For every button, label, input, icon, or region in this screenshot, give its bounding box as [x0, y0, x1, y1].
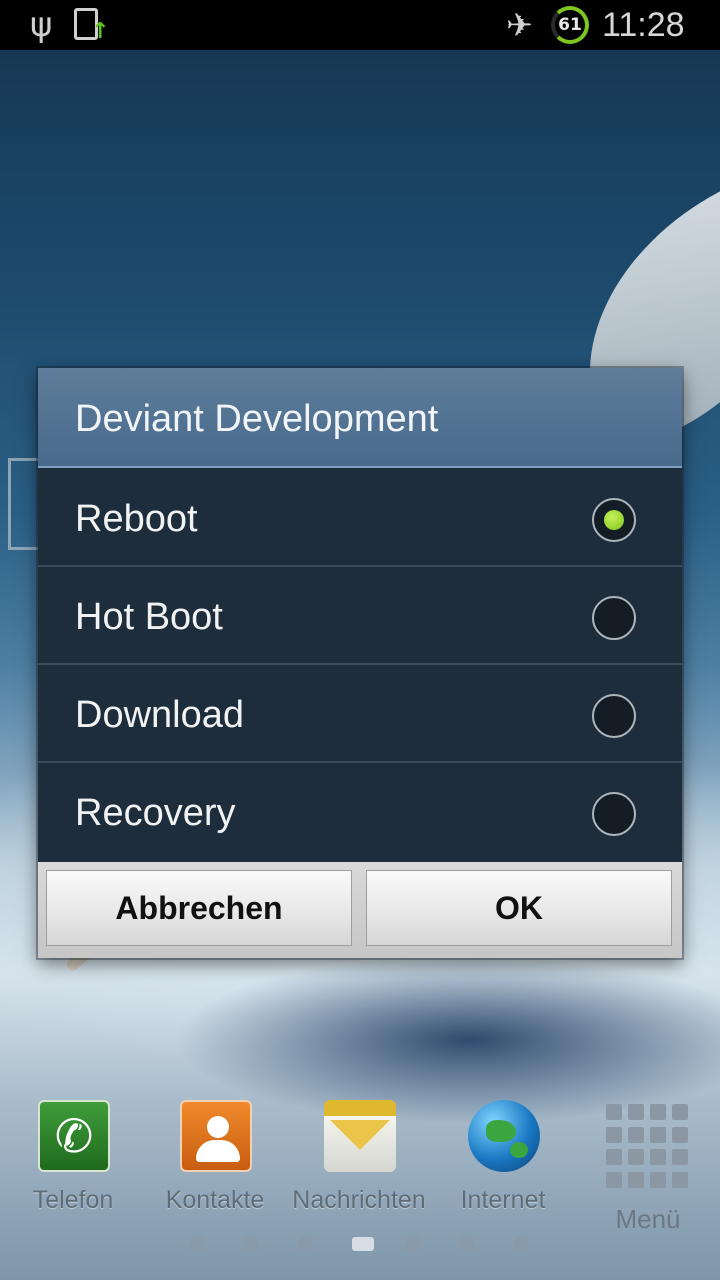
option-list: Reboot Hot Boot Download Recovery	[38, 469, 682, 861]
page-dot	[298, 1237, 312, 1251]
radio-button[interactable]	[592, 498, 636, 542]
status-bar: ψ ↑ ✈ 61 11:28	[0, 0, 720, 50]
power-menu-dialog: Deviant Development Reboot Hot Boot Down…	[38, 368, 682, 958]
sync-icon: ↑	[74, 8, 109, 43]
radio-button[interactable]	[592, 694, 636, 738]
menu-label[interactable]: Menü	[598, 1204, 698, 1235]
page-dot	[460, 1237, 474, 1251]
page-dot	[352, 1237, 374, 1251]
airplane-mode-icon: ✈	[506, 6, 533, 44]
radio-button[interactable]	[592, 596, 636, 640]
usb-icon: ψ	[30, 5, 53, 45]
option-label: Recovery	[75, 792, 236, 834]
option-label: Download	[75, 694, 244, 736]
radio-button[interactable]	[592, 792, 636, 836]
page-dot	[190, 1237, 204, 1251]
contacts-icon	[180, 1100, 252, 1172]
phone-icon: ✆	[38, 1100, 110, 1172]
option-recovery[interactable]: Recovery	[38, 763, 682, 861]
dialog-title: Deviant Development	[75, 398, 439, 440]
option-reboot[interactable]: Reboot	[38, 469, 682, 567]
dialog-header: Deviant Development	[38, 368, 682, 468]
option-label: Hot Boot	[75, 596, 223, 638]
dock-label: Telefon	[32, 1186, 114, 1214]
dialog-button-bar: Abbrechen OK	[38, 862, 682, 958]
dock-label: Internet	[460, 1186, 546, 1214]
battery-indicator: 61	[551, 6, 589, 44]
dock-app-kontakte[interactable]: Kontakte	[160, 1098, 270, 1238]
messages-icon	[324, 1100, 396, 1172]
cancel-button[interactable]: Abbrechen	[46, 870, 352, 946]
dock-app-telefon[interactable]: ✆ Telefon	[18, 1098, 128, 1238]
dock-label: Nachrichten	[292, 1186, 426, 1214]
option-hot-boot[interactable]: Hot Boot	[38, 567, 682, 665]
app-drawer-grid-icon[interactable]	[606, 1104, 690, 1188]
page-dot	[244, 1237, 258, 1251]
dock-app-internet[interactable]: Internet	[448, 1098, 558, 1238]
page-dot	[514, 1237, 528, 1251]
dock-label: Kontakte	[165, 1186, 265, 1214]
dock-app-nachrichten[interactable]: Nachrichten	[292, 1098, 426, 1238]
internet-globe-icon	[468, 1100, 540, 1172]
page-dot	[406, 1237, 420, 1251]
status-clock: 11:28	[602, 6, 685, 44]
option-download[interactable]: Download	[38, 665, 682, 763]
option-label: Reboot	[75, 498, 198, 540]
ok-button[interactable]: OK	[366, 870, 672, 946]
